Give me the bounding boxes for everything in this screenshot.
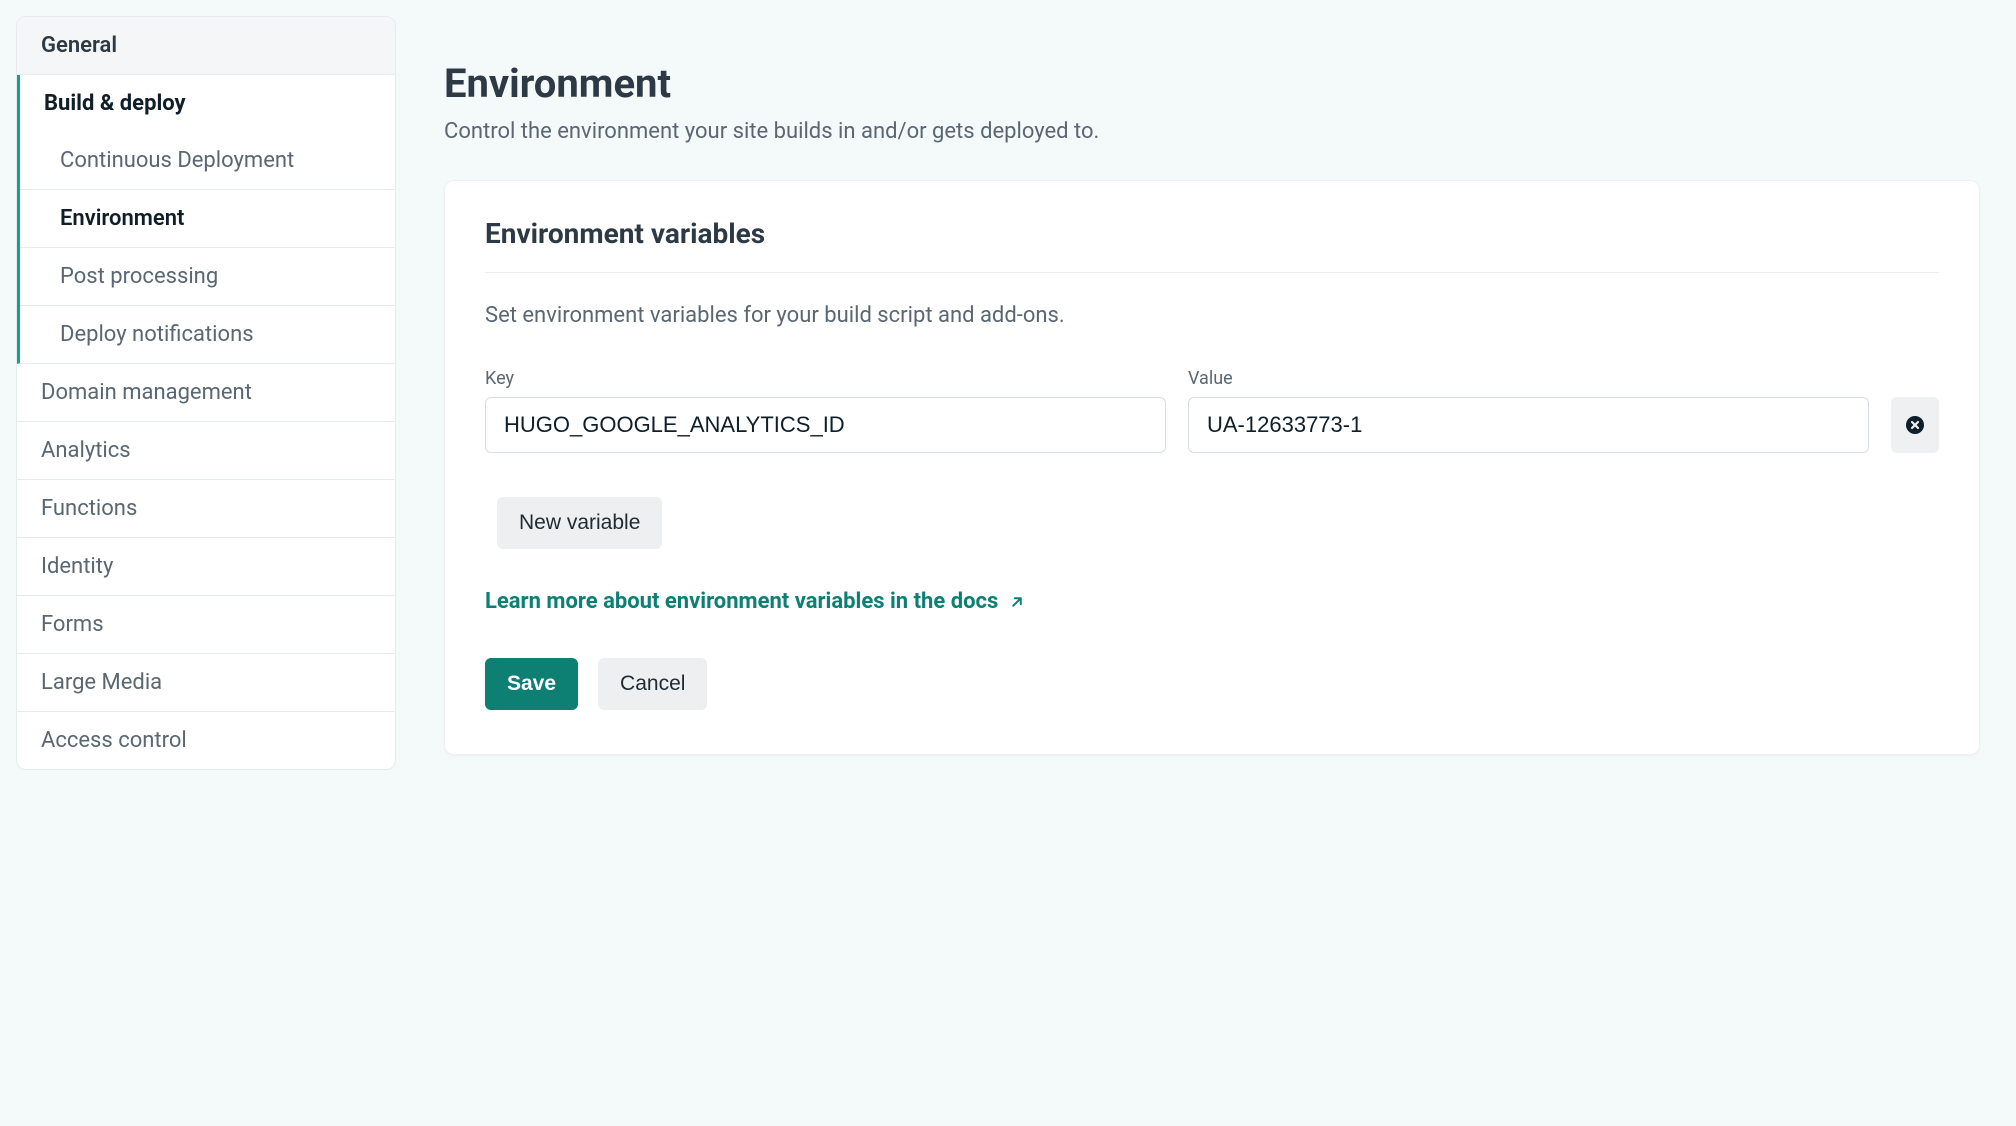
sidebar-item-access-control[interactable]: Access control (17, 712, 395, 769)
env-key-input[interactable] (485, 397, 1166, 453)
sidebar-item-forms[interactable]: Forms (17, 596, 395, 654)
settings-sidebar: General Build & deploy Continuous Deploy… (16, 16, 396, 770)
sidebar-item-general[interactable]: General (17, 17, 395, 75)
new-variable-button[interactable]: New variable (497, 497, 662, 549)
sidebar-item-build-deploy[interactable]: Build & deploy Continuous Deployment Env… (17, 75, 395, 364)
page-title: Environment (444, 60, 1980, 107)
x-circle-icon (1905, 415, 1925, 435)
save-button[interactable]: Save (485, 658, 578, 710)
sidebar-item-functions[interactable]: Functions (17, 480, 395, 538)
env-variables-card: Environment variables Set environment va… (444, 180, 1980, 755)
env-var-row: Key Value (485, 368, 1939, 453)
main-content: Environment Control the environment your… (444, 16, 2000, 770)
card-description: Set environment variables for your build… (485, 303, 1939, 328)
env-key-field: Key (485, 368, 1166, 453)
external-link-icon (1008, 593, 1026, 611)
env-value-input[interactable] (1188, 397, 1869, 453)
sidebar-item-large-media[interactable]: Large Media (17, 654, 395, 712)
cancel-button[interactable]: Cancel (598, 658, 707, 710)
page-subtitle: Control the environment your site builds… (444, 119, 1980, 144)
learn-more-label: Learn more about environment variables i… (485, 589, 998, 614)
sidebar-item-identity[interactable]: Identity (17, 538, 395, 596)
sidebar-item-domain-management[interactable]: Domain management (17, 364, 395, 422)
card-title: Environment variables (485, 217, 1939, 273)
sidebar-item-analytics[interactable]: Analytics (17, 422, 395, 480)
sidebar-sub-continuous-deployment[interactable]: Continuous Deployment (20, 132, 395, 190)
env-value-field: Value (1188, 368, 1869, 453)
sidebar-sub-post-processing[interactable]: Post processing (20, 248, 395, 306)
learn-more-link[interactable]: Learn more about environment variables i… (485, 589, 1026, 614)
delete-var-button[interactable] (1891, 397, 1939, 453)
env-value-label: Value (1188, 368, 1869, 389)
sidebar-sub-deploy-notifications[interactable]: Deploy notifications (20, 306, 395, 363)
env-key-label: Key (485, 368, 1166, 389)
sidebar-sub-environment[interactable]: Environment (20, 190, 395, 248)
